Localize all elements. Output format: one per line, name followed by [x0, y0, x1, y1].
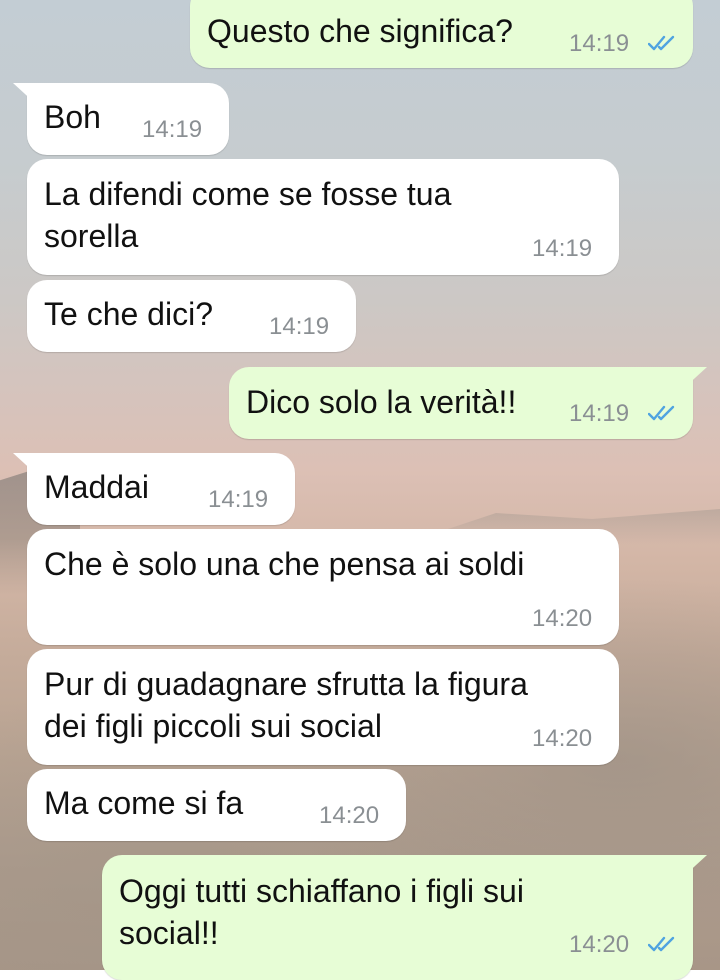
- message-timestamp: 14:20: [319, 802, 380, 829]
- read-receipt-icon: [648, 936, 675, 952]
- message-text: Boh: [44, 99, 101, 135]
- message-text: Pur di guadagnare sfrutta la figura dei …: [44, 666, 528, 744]
- read-receipt-icon: [648, 35, 675, 51]
- incoming-message-bubble[interactable]: Che è solo una che pensa ai soldi 14:20: [27, 529, 619, 645]
- message-text: Te che dici?: [44, 296, 213, 332]
- incoming-message-bubble[interactable]: Te che dici? 14:19: [27, 280, 356, 352]
- message-timestamp: 14:19: [269, 313, 330, 340]
- incoming-message-bubble[interactable]: Pur di guadagnare sfrutta la figura dei …: [27, 649, 619, 765]
- message-text: Che è solo una che pensa ai soldi: [44, 546, 525, 582]
- message-timestamp: 14:19: [142, 116, 203, 143]
- incoming-message-bubble[interactable]: Boh 14:19: [13, 83, 229, 155]
- incoming-message-bubble[interactable]: La difendi come se fosse tua sorella 14:…: [27, 159, 619, 275]
- incoming-message-bubble[interactable]: Ma come si fa 14:20: [27, 769, 406, 841]
- read-receipt-icon: [648, 405, 675, 421]
- message-timestamp: 14:19: [569, 30, 630, 57]
- outgoing-message-bubble[interactable]: Oggi tutti schiaffano i figli sui social…: [102, 855, 707, 980]
- message-timestamp: 14:19: [208, 486, 269, 513]
- message-timestamp: 14:20: [532, 605, 593, 632]
- message-text: Questo che significa?: [207, 13, 513, 49]
- message-text: La difendi come se fosse tua sorella: [44, 176, 452, 254]
- message-text: Dico solo la verità!!: [246, 384, 517, 420]
- message-timestamp: 14:20: [569, 931, 630, 958]
- message-text: Ma come si fa: [44, 785, 244, 821]
- incoming-message-bubble[interactable]: Maddai 14:19: [13, 453, 295, 525]
- message-timestamp: 14:20: [532, 725, 593, 752]
- outgoing-message-bubble[interactable]: Dico solo la verità!! 14:19: [229, 367, 707, 439]
- message-timestamp: 14:19: [532, 235, 593, 262]
- message-text: Maddai: [44, 469, 149, 505]
- message-timestamp: 14:19: [569, 400, 630, 427]
- message-text: Oggi tutti schiaffano i figli sui social…: [119, 873, 524, 951]
- outgoing-message-bubble[interactable]: Questo che significa? 14:19: [190, 0, 693, 68]
